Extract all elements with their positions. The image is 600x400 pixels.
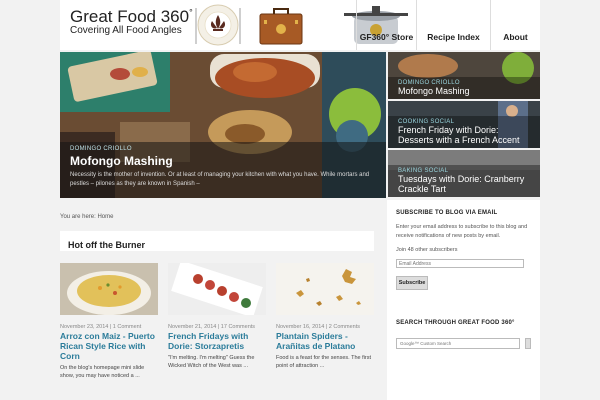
site-title[interactable]: Great Food 360° (70, 7, 193, 27)
plate-icon (195, 4, 241, 46)
nav-about[interactable]: About (490, 0, 540, 50)
sidebar: Subscribe to Blog via Email Enter your e… (387, 200, 540, 400)
subscriber-count: Join 48 other subscribers (396, 247, 458, 253)
post-title-link[interactable]: Arroz con Maiz - Puerto Rican Style Rice… (60, 331, 158, 361)
featured-hero-slide[interactable]: DOMINGO CRIOLLO Mofongo Mashing Necessit… (60, 52, 386, 198)
hero-caption: DOMINGO CRIOLLO Mofongo Mashing Necessit… (60, 142, 386, 198)
post-excerpt: Food is a feast for the senses. The firs… (276, 355, 371, 369)
post-image[interactable] (60, 263, 158, 315)
post-meta: November 16, 2014 | 2 Comments (276, 324, 360, 330)
post-image[interactable] (276, 263, 374, 315)
search-row (396, 338, 531, 349)
email-field[interactable] (396, 259, 524, 268)
subscribe-button[interactable]: Subscribe (396, 276, 428, 290)
hero-title[interactable]: Mofongo Mashing (70, 154, 376, 168)
featured-slider: DOMINGO CRIOLLO Mofongo Mashing Necessit… (60, 52, 540, 198)
slider-thumb-title[interactable]: Mofongo Mashing (398, 86, 530, 96)
hero-category[interactable]: DOMINGO CRIOLLO (70, 146, 376, 152)
nav-store[interactable]: GF360° Store (356, 0, 416, 50)
slider-thumb-title[interactable]: Tuesdays with Dorie: Cranberry Crackle T… (398, 174, 530, 194)
section-heading: Hot off the Burner (60, 231, 374, 251)
site-header: Great Food 360° Covering All Food Angles (60, 0, 540, 50)
search-button[interactable] (525, 338, 531, 349)
post-card: November 21, 2014 | 17 Comments French F… (168, 260, 266, 370)
slider-thumb-caption: BAKING SOCIAL Tuesdays with Dorie: Cranb… (388, 165, 540, 197)
section-title: Hot off the Burner (68, 240, 145, 250)
site-tagline: Covering All Food Angles (70, 25, 182, 36)
nav-recipe-index[interactable]: Recipe Index (416, 0, 490, 50)
slider-thumb[interactable]: DOMINGO CRIOLLO Mofongo Mashing (388, 52, 540, 99)
post-meta: November 21, 2014 | 17 Comments (168, 324, 256, 330)
slider-thumb[interactable]: BAKING SOCIAL Tuesdays with Dorie: Cranb… (388, 150, 540, 197)
slider-thumb-caption: DOMINGO CRIOLLO Mofongo Mashing (388, 77, 540, 99)
post-title-link[interactable]: French Fridays with Dorie: Storzapretis (168, 331, 266, 351)
suitcase-icon (259, 8, 303, 45)
subscribe-widget-title: Subscribe to Blog via Email (396, 210, 498, 216)
main-nav: GF360° Store Recipe Index About (356, 0, 540, 50)
hero-excerpt: Necessity is the mother of invention. Or… (70, 172, 370, 187)
search-widget-title: Search Through Great Food 360° (396, 320, 515, 326)
slider-thumb-caption: COOKING SOCIAL French Friday with Dorie:… (388, 116, 540, 148)
slider-thumb-title[interactable]: French Friday with Dorie: Desserts with … (398, 125, 530, 145)
page: Great Food 360° Covering All Food Angles (0, 0, 600, 400)
subscribe-description: Enter your email address to subscribe to… (396, 224, 528, 239)
post-excerpt: On the blog's homepage mini slide show, … (60, 365, 145, 379)
post-card: November 23, 2014 | 1 Comment Arroz con … (60, 263, 158, 380)
post-meta: November 23, 2014 | 1 Comment (60, 324, 142, 330)
slider-thumb[interactable]: COOKING SOCIAL French Friday with Dorie:… (388, 101, 540, 148)
search-input[interactable] (396, 338, 521, 349)
post-image[interactable] (168, 260, 266, 318)
post-title-link[interactable]: Plantain Spiders - Arañitas de Platano (276, 331, 374, 351)
breadcrumb: You are here: Home (60, 214, 114, 220)
post-excerpt: "I'm melting. I'm melting" Guess the Wic… (168, 355, 255, 369)
post-card: November 16, 2014 | 2 Comments Plantain … (276, 263, 374, 370)
